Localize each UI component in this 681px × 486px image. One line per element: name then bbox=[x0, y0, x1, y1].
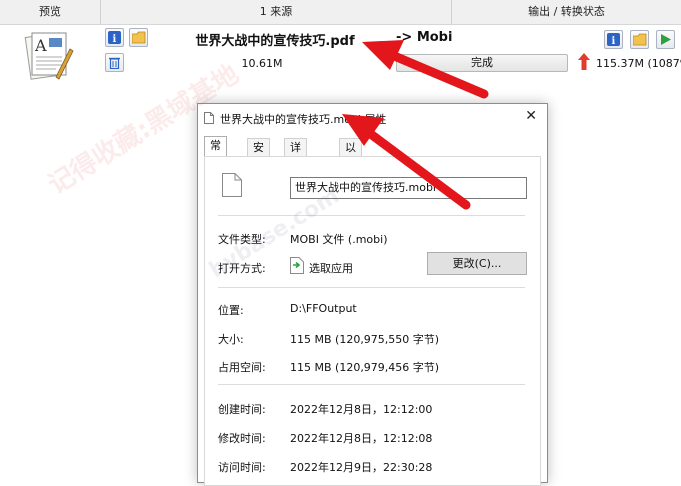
column-header-source[interactable]: 1 来源 bbox=[101, 0, 452, 24]
source-filename: 世界大战中的宣传技巧.pdf bbox=[195, 34, 355, 49]
svg-text:i: i bbox=[113, 34, 117, 44]
change-button[interactable]: 更改(C)... bbox=[427, 252, 527, 275]
svg-text:i: i bbox=[612, 36, 616, 46]
up-arrow-icon bbox=[578, 53, 590, 70]
modified-label: 修改时间: bbox=[218, 432, 266, 445]
conversion-status-bar: 完成 bbox=[396, 54, 568, 72]
tab-security[interactable]: 安全 bbox=[247, 138, 270, 172]
output-size: 115.37M (1087%) bbox=[596, 57, 681, 70]
folder-icon bbox=[633, 33, 647, 46]
folder-icon bbox=[132, 31, 146, 44]
source-info-button[interactable]: i bbox=[105, 28, 124, 47]
trash-icon bbox=[109, 57, 120, 69]
list-header: 预览 1 来源 输出 / 转换状态 bbox=[0, 0, 681, 25]
created-value: 2022年12月8日，12:12:00 bbox=[290, 403, 433, 416]
dialog-title: 世界大战中的宣传技巧.mobi 属性 bbox=[220, 113, 387, 126]
file-icon bbox=[222, 173, 242, 197]
divider bbox=[218, 215, 525, 216]
open-with-value: 选取应用 bbox=[309, 262, 353, 275]
open-with-label: 打开方式: bbox=[218, 262, 266, 275]
divider bbox=[218, 287, 525, 288]
created-label: 创建时间: bbox=[218, 403, 266, 416]
column-header-output[interactable]: 输出 / 转换状态 bbox=[452, 0, 681, 24]
play-button[interactable] bbox=[656, 30, 675, 49]
accessed-label: 访问时间: bbox=[218, 461, 266, 474]
accessed-value: 2022年12月9日，22:30:28 bbox=[290, 461, 433, 474]
play-icon bbox=[661, 34, 671, 45]
app-icon bbox=[290, 257, 304, 274]
output-info-button[interactable]: i bbox=[604, 30, 623, 49]
info-icon: i bbox=[607, 33, 620, 46]
disk-size-value: 115 MB (120,979,456 字节) bbox=[290, 361, 440, 374]
info-icon: i bbox=[108, 31, 121, 44]
properties-dialog: 世界大战中的宣传技巧.mobi 属性 ✕ 常规 安全 详细信息 以前的版本 世界… bbox=[197, 103, 548, 486]
filename-field[interactable]: 世界大战中的宣传技巧.mobi bbox=[290, 177, 527, 199]
size-value: 115 MB (120,975,550 字节) bbox=[290, 333, 440, 346]
source-folder-button[interactable] bbox=[129, 28, 148, 47]
task-row[interactable]: A i 世界大战中的宣传技巧.pdf 10.61M -> Mobi 完成 115… bbox=[0, 25, 681, 83]
column-header-preview[interactable]: 预览 bbox=[0, 0, 101, 24]
tab-previous-versions[interactable]: 以前的版本 bbox=[339, 138, 362, 226]
file-type-label: 文件类型: bbox=[218, 233, 266, 246]
tab-general[interactable]: 常规 bbox=[204, 136, 227, 170]
disk-size-label: 占用空间: bbox=[218, 361, 266, 374]
file-type-value: MOBI 文件 (.mobi) bbox=[290, 233, 388, 246]
close-icon[interactable]: ✕ bbox=[525, 108, 537, 124]
tab-details[interactable]: 详细信息 bbox=[284, 138, 307, 208]
divider bbox=[218, 384, 525, 385]
file-icon bbox=[204, 112, 214, 124]
source-filesize: 10.61M bbox=[241, 57, 283, 70]
svg-text:A: A bbox=[34, 36, 47, 55]
location-value: D:\FFOutput bbox=[290, 302, 357, 315]
general-panel: 世界大战中的宣传技巧.mobi 文件类型: MOBI 文件 (.mobi) 打开… bbox=[204, 156, 541, 486]
dialog-titlebar[interactable]: 世界大战中的宣传技巧.mobi 属性 ✕ bbox=[198, 104, 547, 132]
remove-task-button[interactable] bbox=[105, 53, 124, 72]
modified-value: 2022年12月8日，12:12:08 bbox=[290, 432, 433, 445]
output-format: -> Mobi bbox=[396, 30, 453, 45]
output-folder-button[interactable] bbox=[630, 30, 649, 49]
size-label: 大小: bbox=[218, 333, 244, 346]
document-thumbnail-icon: A bbox=[24, 32, 74, 80]
location-label: 位置: bbox=[218, 304, 244, 317]
